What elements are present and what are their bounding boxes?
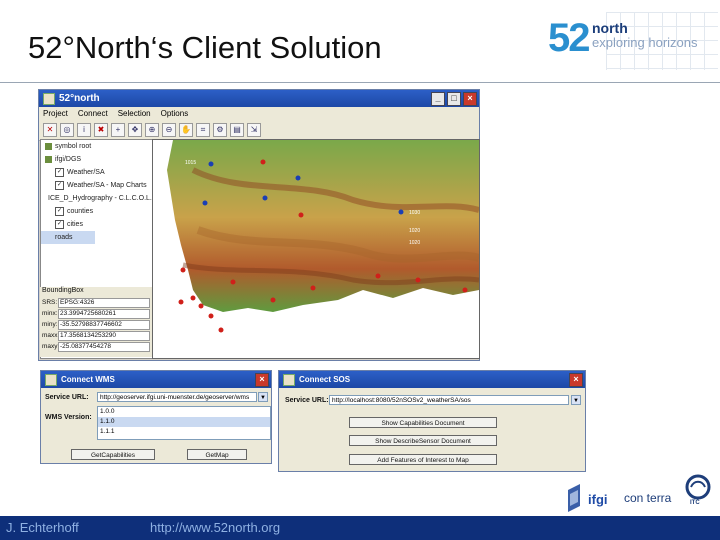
map-view[interactable]: 1030 1020 1020 1015: [152, 139, 480, 359]
menu-project[interactable]: Project: [43, 109, 68, 118]
dialog-icon: [45, 373, 57, 386]
get-capabilities-button[interactable]: GetCapabilities: [71, 449, 155, 460]
menu-bar: Project Connect Selection Options: [39, 107, 479, 120]
connect-sos-dialog: Connect SOS × Service URL: http://localh…: [278, 370, 586, 472]
footer-author: J. Echterhoff: [6, 520, 79, 535]
menu-selection[interactable]: Selection: [118, 109, 151, 118]
show-capabilities-button[interactable]: Show Capabilities Document: [349, 417, 497, 428]
ifgi-logo-icon: [568, 484, 580, 512]
menu-connect[interactable]: Connect: [78, 109, 108, 118]
delete-icon[interactable]: ✖: [94, 123, 108, 137]
select-icon[interactable]: ◎: [60, 123, 74, 137]
maxy-field[interactable]: -25.08377454278: [58, 341, 150, 352]
minx-label: minx:: [42, 310, 58, 317]
close-layer-icon[interactable]: ✕: [43, 123, 57, 137]
close-button[interactable]: ×: [463, 91, 477, 106]
layer-checkbox[interactable]: ✓: [55, 220, 64, 229]
toolbar: ✕ ◎ i ✖ + ✥ ⊕ ⊖ ✋ ⌗ ⚙ ▤ ⇲: [39, 120, 479, 141]
wms-version-label: WMS Version:: [45, 414, 92, 421]
footer-bar: [0, 516, 720, 540]
tree-node-selected[interactable]: roads: [41, 231, 95, 244]
wms-service-url-input[interactable]: http://geoserver.ifgi.uni-muenster.de/ge…: [97, 392, 257, 402]
minimize-button[interactable]: _: [431, 91, 445, 106]
get-map-button[interactable]: GetMap: [187, 449, 247, 460]
tree-node[interactable]: ✓ counties: [41, 205, 153, 218]
pan-icon[interactable]: ✋: [179, 123, 193, 137]
service-url-label: Service URL:: [45, 394, 89, 401]
dialog-icon: [283, 373, 295, 386]
settings-icon[interactable]: ⚙: [213, 123, 227, 137]
wms-dialog-title: Connect WMS: [61, 375, 115, 384]
land-area: [167, 140, 479, 312]
bounding-box-panel: BoundingBox SRS: EPSG:4326 minx: 23.399472…: [40, 287, 152, 357]
layer-icon: [45, 156, 52, 163]
map-label: 1020: [409, 240, 420, 246]
zoom-in-icon[interactable]: ⊕: [145, 123, 159, 137]
show-describe-sensor-button[interactable]: Show DescribeSensor Document: [349, 435, 497, 446]
maxx-field[interactable]: 17.3568134253290: [58, 330, 150, 341]
chart-icon[interactable]: ▤: [230, 123, 244, 137]
tree-node[interactable]: symbol root: [41, 140, 153, 153]
close-button[interactable]: ×: [569, 372, 583, 387]
tree-node[interactable]: ✓ cities: [41, 218, 153, 231]
layer-checkbox[interactable]: ✓: [55, 181, 64, 190]
add-features-button[interactable]: Add Features of Interest to Map: [349, 454, 497, 465]
folder-icon: [45, 143, 52, 150]
menu-options[interactable]: Options: [161, 109, 189, 118]
app-titlebar[interactable]: 52°north _ □ ×: [39, 90, 479, 107]
move-icon[interactable]: ✥: [128, 123, 142, 137]
wms-titlebar[interactable]: Connect WMS ×: [41, 371, 271, 388]
maximize-button[interactable]: □: [447, 91, 461, 106]
maxy-label: maxy:: [42, 343, 60, 350]
close-button[interactable]: ×: [255, 372, 269, 387]
header-divider: [0, 82, 720, 83]
srs-label: SRS:: [42, 299, 58, 306]
footer-url-link[interactable]: http://www.52north.org: [150, 520, 280, 535]
chevron-down-icon[interactable]: ▼: [571, 395, 581, 405]
list-item-selected[interactable]: 1.1.0: [98, 417, 270, 427]
miny-label: miny:: [42, 321, 58, 328]
minx-field[interactable]: 23.3994725680261: [58, 308, 150, 319]
layer-checkbox[interactable]: ✓: [55, 207, 64, 216]
bbox-heading: BoundingBox: [42, 287, 84, 294]
app-icon: [43, 92, 55, 105]
tree-node[interactable]: ✓ Weather/SA - Map Charts: [41, 179, 153, 192]
map-label: 1020: [409, 228, 420, 234]
itc-logo-text: ITC: [690, 500, 700, 506]
info-icon[interactable]: i: [77, 123, 91, 137]
zoom-out-icon[interactable]: ⊖: [162, 123, 176, 137]
list-item[interactable]: 1.0.0: [98, 407, 270, 417]
logo-word: north: [592, 20, 628, 36]
sos-service-url-input[interactable]: http://localhost:8080/52nSOSv2_weatherSA…: [329, 395, 569, 405]
connect-wms-dialog: Connect WMS × Service URL: http://geoser…: [40, 370, 272, 464]
sos-titlebar[interactable]: Connect SOS ×: [279, 371, 585, 388]
wms-version-list: 1.0.0 1.1.0 1.1.1: [97, 406, 271, 440]
app-title: 52°north: [59, 93, 100, 104]
map-label: 1030: [409, 210, 420, 216]
miny-field[interactable]: -35.52798837746602: [58, 319, 150, 330]
chevron-down-icon[interactable]: ▼: [258, 392, 268, 402]
srs-field[interactable]: EPSG:4326: [58, 297, 150, 308]
layer-checkbox[interactable]: ✓: [55, 168, 64, 177]
measure-icon[interactable]: ⌗: [196, 123, 210, 137]
conterra-logo: con terra: [624, 491, 672, 505]
service-url-label: Service URL:: [285, 397, 329, 404]
list-item[interactable]: 1.1.1: [98, 427, 270, 437]
slide-title: 52°North‘s Client Solution: [28, 30, 382, 65]
itc-logo-icon: [685, 474, 711, 500]
maxx-label: maxx:: [42, 332, 60, 339]
logo-number: 52: [548, 16, 590, 60]
map-label: 1015: [185, 160, 196, 166]
sos-dialog-title: Connect SOS: [299, 375, 351, 384]
add-icon[interactable]: +: [111, 123, 125, 137]
tree-node[interactable]: ICE_D_Hydrography - C.L.C.O.L.L.e: [41, 192, 162, 205]
ifgi-logo-text: ifgi: [588, 492, 608, 507]
export-icon[interactable]: ⇲: [247, 123, 261, 137]
logo-tagline: exploring horizons: [592, 35, 698, 50]
tree-node[interactable]: ✓ Weather/SA: [41, 166, 153, 179]
tree-node[interactable]: ifgi/DGS: [41, 153, 153, 166]
